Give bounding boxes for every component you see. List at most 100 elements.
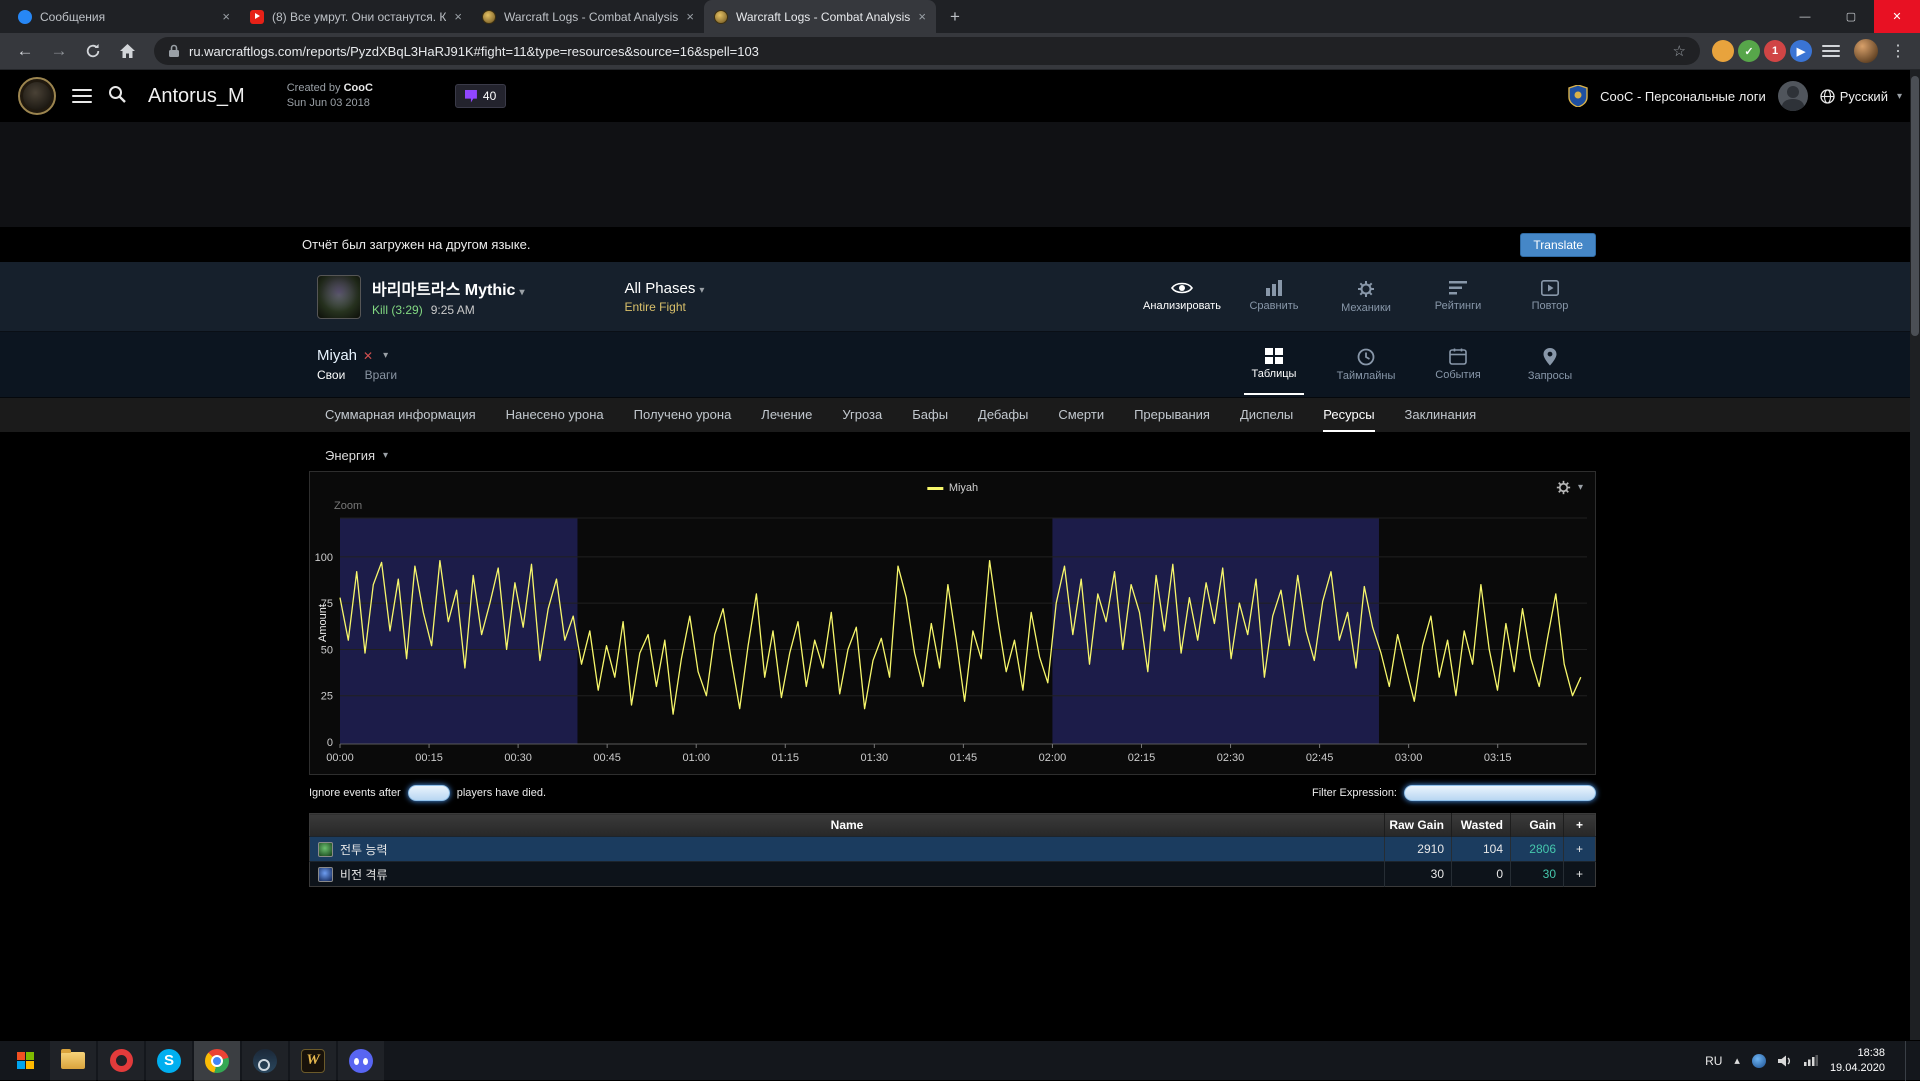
view-mechanics[interactable]: Механики bbox=[1320, 276, 1412, 318]
tab-damage-done[interactable]: Нанесено урона bbox=[506, 398, 604, 432]
col-name[interactable]: Name bbox=[310, 814, 1385, 837]
view-events[interactable]: События bbox=[1412, 344, 1504, 386]
tab-interrupts[interactable]: Прерывания bbox=[1134, 398, 1210, 432]
col-plus[interactable]: + bbox=[1564, 814, 1596, 837]
view-timelines[interactable]: Таймлайны bbox=[1320, 344, 1412, 386]
resource-chart-svg[interactable]: 025507510000:0000:1500:3000:4501:0001:15… bbox=[310, 472, 1595, 774]
language-selector[interactable]: Русский ▾ bbox=[1820, 89, 1902, 104]
scrollbar-thumb[interactable] bbox=[1911, 76, 1919, 336]
view-compare[interactable]: Сравнить bbox=[1228, 276, 1320, 318]
tab-threat[interactable]: Угроза bbox=[842, 398, 882, 432]
reading-list-icon[interactable] bbox=[1816, 36, 1846, 66]
taskbar-explorer[interactable] bbox=[50, 1041, 96, 1081]
tab-close-icon[interactable]: × bbox=[454, 9, 462, 24]
view-tables[interactable]: Таблицы bbox=[1228, 344, 1320, 386]
taskbar-wow[interactable]: W bbox=[290, 1041, 336, 1081]
chevron-down-icon: ▾ bbox=[1578, 482, 1583, 493]
twitch-badge[interactable]: 40 bbox=[455, 84, 506, 108]
browser-tab-youtube[interactable]: (8) Все умрут. Они останутся. Ко × bbox=[240, 0, 472, 33]
bookmark-star-icon[interactable]: ☆ bbox=[1673, 42, 1686, 60]
remove-player-icon[interactable]: ✕ bbox=[363, 349, 373, 363]
close-button[interactable]: ✕ bbox=[1874, 0, 1920, 33]
taskbar-skype[interactable]: S bbox=[146, 1041, 192, 1081]
forward-icon[interactable]: → bbox=[44, 36, 74, 66]
resource-type-selector[interactable]: Энергия ▾ bbox=[325, 448, 388, 463]
site-info-lock-icon[interactable] bbox=[168, 44, 180, 58]
browser-tab-messages[interactable]: Сообщения × bbox=[8, 0, 240, 33]
tab-damage-taken[interactable]: Получено урона bbox=[634, 398, 732, 432]
expand-row-button[interactable]: + bbox=[1564, 837, 1596, 862]
taskbar-steam[interactable] bbox=[242, 1041, 288, 1081]
show-desktop-button[interactable] bbox=[1905, 1041, 1912, 1081]
taskbar-chrome[interactable] bbox=[194, 1041, 240, 1081]
table-row[interactable]: 전투 능력 2910 104 2806 + bbox=[310, 837, 1596, 862]
boss-portrait[interactable] bbox=[317, 275, 361, 319]
tab-close-icon[interactable]: × bbox=[222, 9, 230, 24]
start-button[interactable] bbox=[0, 1041, 50, 1081]
browser-tab-warcraftlogs-1[interactable]: Warcraft Logs - Combat Analysis × bbox=[472, 0, 704, 33]
view-replay[interactable]: Повтор bbox=[1504, 276, 1596, 318]
view-queries[interactable]: Запросы bbox=[1504, 344, 1596, 386]
chart-settings[interactable]: ▾ bbox=[1556, 480, 1583, 495]
tray-chevron-up-icon[interactable]: ▴ bbox=[1734, 1054, 1740, 1067]
page-scrollbar[interactable] bbox=[1910, 70, 1920, 1040]
tab-close-icon[interactable]: × bbox=[918, 9, 926, 24]
resource-chart[interactable]: 025507510000:0000:1500:3000:4501:0001:15… bbox=[309, 471, 1596, 775]
player-selector[interactable]: Miyah ✕ ▾ bbox=[317, 347, 397, 364]
spell-name[interactable]: 비전 격류 bbox=[340, 868, 388, 882]
user-avatar[interactable] bbox=[1778, 81, 1808, 111]
col-wasted[interactable]: Wasted bbox=[1452, 814, 1511, 837]
tray-app-icon[interactable] bbox=[1752, 1054, 1766, 1068]
url-text[interactable]: ru.warcraftlogs.com/reports/PyzdXBqL3HaR… bbox=[189, 44, 1664, 59]
col-raw-gain[interactable]: Raw Gain bbox=[1385, 814, 1452, 837]
spell-name[interactable]: 전투 능력 bbox=[340, 843, 388, 857]
refresh-icon[interactable] bbox=[78, 36, 108, 66]
chart-legend[interactable]: Miyah bbox=[927, 482, 978, 494]
translate-button[interactable]: Translate bbox=[1520, 233, 1596, 257]
extension-icon-1[interactable] bbox=[1712, 40, 1734, 62]
new-tab-button[interactable]: + bbox=[942, 4, 968, 30]
extension-icon-4[interactable]: ▶ bbox=[1790, 40, 1812, 62]
tab-resources[interactable]: Ресурсы bbox=[1323, 398, 1374, 432]
hamburger-menu-icon[interactable] bbox=[72, 89, 92, 103]
tab-casts[interactable]: Заклинания bbox=[1405, 398, 1477, 432]
col-gain[interactable]: Gain bbox=[1511, 814, 1564, 837]
friendlies-tab[interactable]: Свои bbox=[317, 368, 345, 382]
network-icon[interactable] bbox=[1804, 1055, 1818, 1066]
speaker-icon[interactable] bbox=[1778, 1055, 1792, 1067]
deaths-count-input[interactable] bbox=[408, 785, 450, 801]
taskbar-clock[interactable]: 18:38 19.04.2020 bbox=[1830, 1046, 1885, 1076]
back-icon[interactable]: ← bbox=[10, 36, 40, 66]
extension-icon-3[interactable]: 1 bbox=[1764, 40, 1786, 62]
table-row[interactable]: 비전 격류 30 0 30 + bbox=[310, 862, 1596, 887]
report-author[interactable]: CooC bbox=[344, 82, 373, 94]
input-language-indicator[interactable]: RU bbox=[1705, 1054, 1722, 1068]
boss-selector[interactable]: 바리마트라스 Mythic▾ bbox=[372, 276, 524, 300]
browser-profile-avatar[interactable] bbox=[1854, 39, 1878, 63]
browser-menu-icon[interactable]: ⋮ bbox=[1886, 41, 1910, 61]
tab-dispels[interactable]: Диспелы bbox=[1240, 398, 1293, 432]
taskbar-opera[interactable] bbox=[98, 1041, 144, 1081]
extension-icon-2[interactable]: ✓ bbox=[1738, 40, 1760, 62]
minimize-button[interactable]: — bbox=[1782, 0, 1828, 33]
search-icon[interactable] bbox=[108, 85, 126, 108]
account-name[interactable]: CooC - Персональные логи bbox=[1600, 89, 1766, 104]
taskbar-discord[interactable] bbox=[338, 1041, 384, 1081]
tab-deaths[interactable]: Смерти bbox=[1058, 398, 1104, 432]
tab-debuffs[interactable]: Дебафы bbox=[978, 398, 1028, 432]
browser-tab-warcraftlogs-active[interactable]: Warcraft Logs - Combat Analysis × bbox=[704, 0, 936, 33]
maximize-button[interactable]: ▢ bbox=[1828, 0, 1874, 33]
tab-buffs[interactable]: Бафы bbox=[912, 398, 948, 432]
warcraftlogs-logo-icon[interactable] bbox=[18, 77, 56, 115]
expand-row-button[interactable]: + bbox=[1564, 862, 1596, 887]
view-rankings[interactable]: Рейтинги bbox=[1412, 276, 1504, 318]
view-analyze[interactable]: Анализировать bbox=[1136, 276, 1228, 318]
home-icon[interactable] bbox=[112, 36, 142, 66]
tab-healing[interactable]: Лечение bbox=[761, 398, 812, 432]
filter-expression-input[interactable] bbox=[1404, 785, 1596, 801]
enemies-tab[interactable]: Враги bbox=[365, 368, 397, 382]
tab-close-icon[interactable]: × bbox=[686, 9, 694, 24]
phase-selector[interactable]: All Phases▾ bbox=[624, 280, 704, 297]
address-bar[interactable]: ru.warcraftlogs.com/reports/PyzdXBqL3HaR… bbox=[154, 37, 1700, 65]
tab-summary[interactable]: Суммарная информация bbox=[325, 398, 476, 432]
